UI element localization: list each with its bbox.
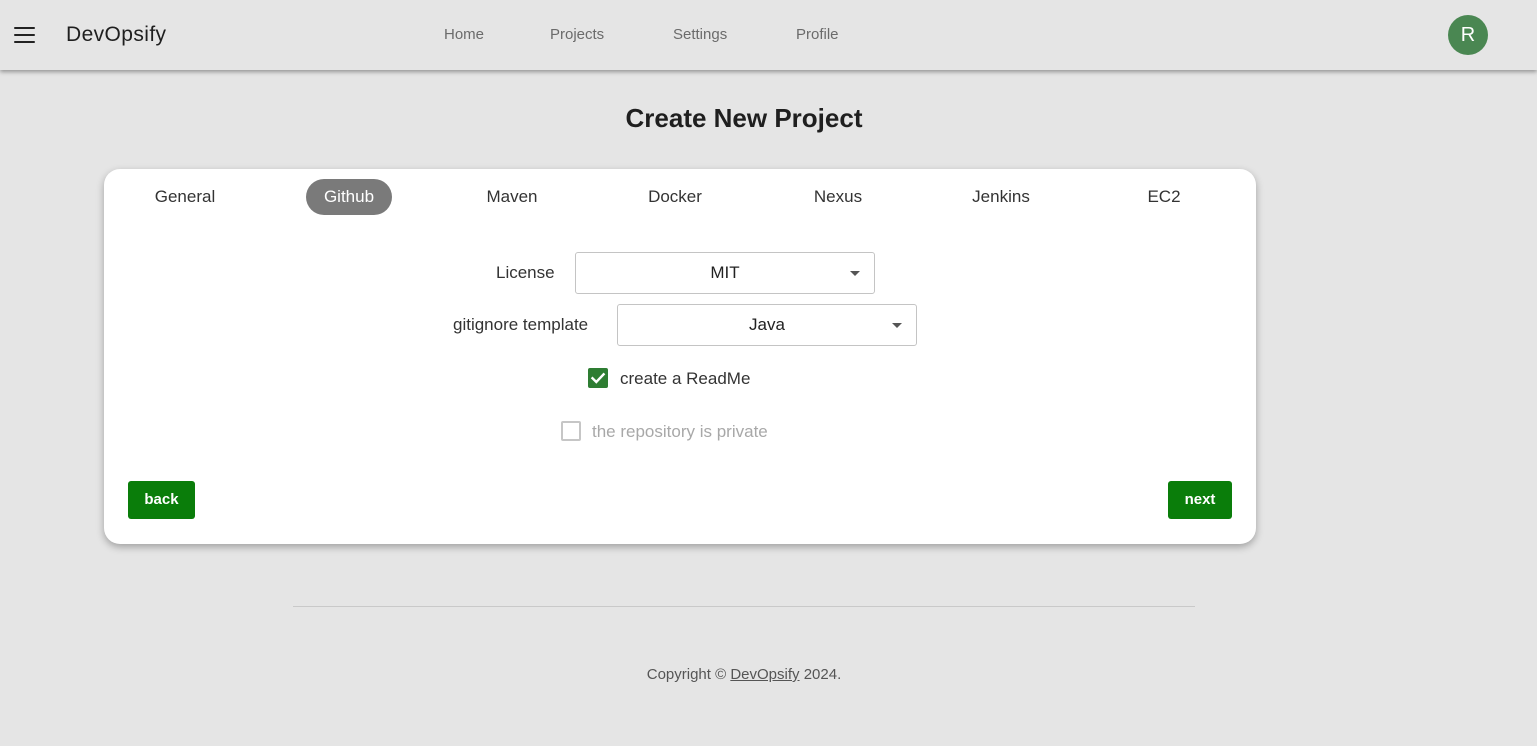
checkmark-icon bbox=[590, 372, 606, 384]
tab-github[interactable]: Github bbox=[306, 179, 392, 215]
license-value: MIT bbox=[710, 263, 740, 282]
brand-title[interactable]: DevOpsify bbox=[66, 23, 166, 47]
readme-checkbox[interactable] bbox=[588, 368, 608, 388]
nav-projects[interactable]: Projects bbox=[550, 26, 604, 43]
gitignore-label: gitignore template bbox=[453, 315, 589, 334]
copyright-year: 2024. bbox=[803, 666, 842, 683]
project-wizard-card: General Github Maven Docker Nexus Jenkin… bbox=[104, 169, 1256, 544]
copyright-prefix: Copyright © bbox=[646, 666, 727, 683]
tab-general[interactable]: General bbox=[144, 179, 226, 215]
tab-jenkins[interactable]: Jenkins bbox=[958, 179, 1044, 215]
next-button[interactable]: next bbox=[1168, 481, 1232, 519]
footer-brand-link[interactable]: DevOpsify bbox=[730, 666, 799, 683]
license-label: License bbox=[496, 263, 555, 282]
tab-docker[interactable]: Docker bbox=[632, 179, 718, 215]
footer: Copyright © DevOpsify 2024. bbox=[0, 666, 1488, 683]
nav-profile[interactable]: Profile bbox=[796, 26, 839, 43]
gitignore-value: Java bbox=[749, 315, 785, 334]
user-avatar[interactable]: R bbox=[1448, 15, 1488, 55]
nav-home[interactable]: Home bbox=[444, 26, 484, 43]
app-bar: DevOpsify Home Projects Settings Profile… bbox=[0, 0, 1537, 70]
dropdown-arrow-icon bbox=[850, 271, 860, 276]
gitignore-select[interactable]: Java bbox=[617, 304, 917, 346]
tab-maven[interactable]: Maven bbox=[469, 179, 555, 215]
tab-ec2[interactable]: EC2 bbox=[1121, 179, 1207, 215]
tab-nexus[interactable]: Nexus bbox=[795, 179, 881, 215]
hamburger-menu-icon[interactable] bbox=[14, 27, 35, 43]
private-checkbox[interactable] bbox=[561, 421, 581, 441]
readme-label: create a ReadMe bbox=[620, 369, 751, 388]
private-label: the repository is private bbox=[592, 422, 768, 441]
back-button[interactable]: back bbox=[128, 481, 195, 519]
page-title: Create New Project bbox=[625, 103, 863, 133]
license-select[interactable]: MIT bbox=[575, 252, 875, 294]
footer-divider bbox=[293, 606, 1195, 607]
dropdown-arrow-icon bbox=[892, 323, 902, 328]
nav-settings[interactable]: Settings bbox=[673, 26, 727, 43]
